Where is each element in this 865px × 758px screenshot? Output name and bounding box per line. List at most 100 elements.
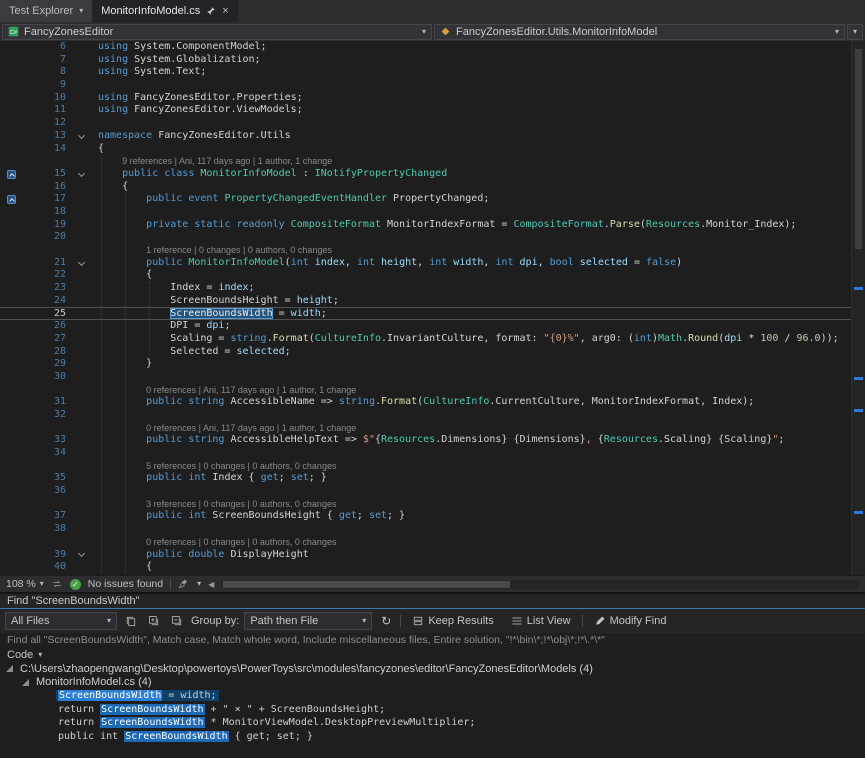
keep-results-button[interactable]: Keep Results [406, 612, 499, 630]
codelens-text[interactable]: 3 references | 0 changes | 0 authors, 0 … [90, 498, 336, 511]
glyph-margin[interactable] [0, 422, 22, 435]
fold-margin[interactable] [72, 510, 90, 523]
expand-triangle-icon[interactable] [22, 679, 29, 686]
code-text[interactable]: using System.ComponentModel; [90, 41, 267, 54]
result-type-filter[interactable]: Code ▾ [0, 647, 865, 662]
glyph-margin[interactable] [0, 447, 22, 460]
glyph-margin[interactable] [0, 193, 22, 206]
code-text[interactable] [90, 447, 98, 460]
expand-all-icon[interactable] [145, 612, 163, 630]
result-row[interactable]: public int ScreenBoundsWidth { get; set;… [0, 730, 865, 744]
codelens-text[interactable]: 0 references | Ani, 117 days ago | 1 aut… [90, 422, 356, 435]
inheritance-margin-icon[interactable] [7, 195, 16, 204]
fold-margin[interactable] [72, 460, 90, 473]
fold-margin[interactable] [72, 333, 90, 346]
fold-margin[interactable] [72, 54, 90, 67]
glyph-margin[interactable] [0, 181, 22, 194]
codelens-text[interactable]: 5 references | 0 changes | 0 authors, 0 … [90, 460, 336, 473]
code-text[interactable]: public class MonitorInfoModel : INotifyP… [90, 168, 447, 181]
group-by-dropdown[interactable]: Path then File ▾ [244, 612, 372, 630]
fold-margin[interactable] [72, 485, 90, 498]
fold-margin[interactable] [72, 523, 90, 536]
code-text[interactable]: { [90, 561, 152, 574]
copy-icon[interactable] [122, 612, 140, 630]
glyph-margin[interactable] [0, 244, 22, 257]
fold-margin[interactable] [72, 498, 90, 511]
fold-margin[interactable] [72, 143, 90, 156]
fold-margin[interactable] [72, 66, 90, 79]
glyph-margin[interactable] [0, 523, 22, 536]
glyph-margin[interactable] [0, 295, 22, 308]
code-text[interactable] [90, 206, 98, 219]
fold-margin[interactable] [72, 92, 90, 105]
glyph-margin[interactable] [0, 104, 22, 117]
glyph-margin[interactable] [0, 549, 22, 562]
code-text[interactable]: { [90, 269, 152, 282]
code-text[interactable]: public double DisplayHeight [90, 549, 309, 562]
code-text[interactable] [90, 409, 98, 422]
result-row[interactable]: return ScreenBoundsWidth * MonitorViewMo… [0, 716, 865, 730]
code-text[interactable]: } [90, 358, 152, 371]
glyph-margin[interactable] [0, 282, 22, 295]
fold-margin[interactable] [72, 117, 90, 130]
fold-margin[interactable] [72, 206, 90, 219]
fold-margin[interactable] [72, 181, 90, 194]
scrollbar-thumb[interactable] [855, 49, 862, 249]
glyph-margin[interactable] [0, 498, 22, 511]
fold-margin[interactable] [72, 282, 90, 295]
code-text[interactable] [90, 117, 98, 130]
code-text[interactable]: ScreenBoundsHeight = height; [90, 295, 339, 308]
fold-margin[interactable] [72, 472, 90, 485]
project-dropdown[interactable]: C# FancyZonesEditor ▾ [2, 24, 432, 40]
glyph-margin[interactable] [0, 130, 22, 143]
glyph-margin[interactable] [0, 320, 22, 333]
code-text[interactable]: Index = index; [90, 282, 255, 295]
find-window-title[interactable]: Find "ScreenBoundsWidth" [0, 592, 865, 609]
fold-margin[interactable] [72, 422, 90, 435]
glyph-margin[interactable] [0, 384, 22, 397]
glyph-margin[interactable] [0, 168, 22, 181]
vertical-scrollbar[interactable] [851, 41, 865, 575]
refresh-icon[interactable]: ↻ [377, 612, 395, 630]
codelens-text[interactable]: 0 references | Ani, 117 days ago | 1 aut… [90, 384, 356, 397]
zoom-control[interactable]: 108 % ▾ [6, 578, 44, 590]
expand-triangle-icon[interactable] [6, 665, 13, 672]
result-row[interactable]: return ScreenBoundsWidth + " × " + Scree… [0, 703, 865, 717]
fold-margin[interactable] [72, 371, 90, 384]
modify-find-button[interactable]: Modify Find [588, 612, 673, 630]
codelens-text[interactable]: 0 references | 0 changes | 0 authors, 0 … [90, 536, 336, 549]
fold-margin[interactable] [72, 396, 90, 409]
glyph-margin[interactable] [0, 66, 22, 79]
glyph-margin[interactable] [0, 79, 22, 92]
glyph-margin[interactable] [0, 333, 22, 346]
glyph-margin[interactable] [0, 536, 22, 549]
glyph-margin[interactable] [0, 92, 22, 105]
fold-chevron-icon[interactable] [77, 258, 84, 265]
glyph-margin[interactable] [0, 41, 22, 54]
code-text[interactable]: using System.Text; [90, 66, 206, 79]
result-row[interactable]: ScreenBoundsWidth = width; [0, 689, 865, 703]
glyph-margin[interactable] [0, 346, 22, 359]
scroll-left-button[interactable]: ◀ [208, 580, 214, 589]
fold-chevron-icon[interactable] [77, 550, 84, 557]
glyph-margin[interactable] [0, 269, 22, 282]
code-text[interactable]: DPI = dpi; [90, 320, 230, 333]
fold-margin[interactable] [72, 219, 90, 232]
glyph-margin[interactable] [0, 257, 22, 270]
glyph-margin[interactable] [0, 472, 22, 485]
member-dropdown-button[interactable]: ▾ [847, 24, 863, 40]
result-group-row[interactable]: C:\Users\zhaopengwang\Desktop\powertoys\… [0, 662, 865, 676]
code-text[interactable]: public int ScreenBoundsHeight { get; set… [90, 510, 405, 523]
fold-margin[interactable] [72, 155, 90, 168]
fold-margin[interactable] [72, 168, 90, 181]
result-group-row[interactable]: MonitorInfoModel.cs (4) [0, 676, 865, 690]
glyph-margin[interactable] [0, 561, 22, 574]
fold-margin[interactable] [72, 434, 90, 447]
tab-test-explorer[interactable]: Test Explorer ▾ [0, 0, 92, 22]
glyph-margin[interactable] [0, 396, 22, 409]
fold-margin[interactable] [72, 549, 90, 562]
fold-margin[interactable] [72, 384, 90, 397]
glyph-margin[interactable] [0, 358, 22, 371]
chevron-down-icon[interactable]: ▾ [835, 28, 839, 36]
scope-dropdown[interactable]: All Files ▾ [5, 612, 117, 630]
